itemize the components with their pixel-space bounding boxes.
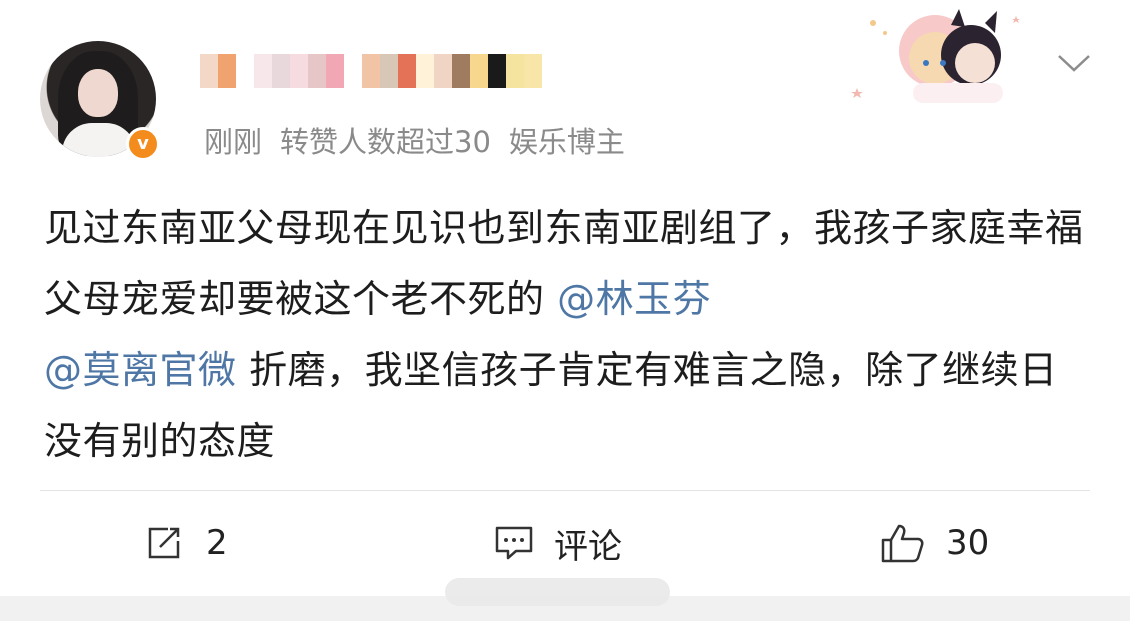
mention-link[interactable]: @林玉芬 bbox=[557, 277, 711, 321]
watermark-blur bbox=[445, 578, 670, 606]
like-count: 30 bbox=[946, 523, 990, 563]
comment-button[interactable]: 评论 bbox=[494, 519, 622, 567]
divider bbox=[40, 490, 1090, 491]
repost-button[interactable]: 2 bbox=[146, 519, 228, 567]
post-time: 刚刚 bbox=[204, 125, 263, 159]
repost-count: 2 bbox=[206, 523, 228, 563]
user-role: 娱乐博主 bbox=[508, 125, 625, 159]
avatar-face bbox=[78, 69, 118, 117]
chevron-down-icon[interactable] bbox=[1056, 48, 1092, 76]
like-button[interactable]: 30 bbox=[880, 519, 989, 567]
post-content: 见过东南亚父母现在见识也到东南亚剧组了，我孩子家庭幸福父母宠爱却要被这个老不死的… bbox=[44, 193, 1094, 477]
repost-note: 转赞人数超过30 bbox=[280, 125, 491, 159]
verified-badge-icon: v bbox=[126, 127, 160, 161]
username-mosaic[interactable] bbox=[200, 54, 542, 88]
post-meta: 刚刚 转赞人数超过30 娱乐博主 bbox=[204, 119, 643, 161]
like-icon bbox=[881, 524, 924, 563]
repost-icon bbox=[148, 527, 180, 559]
decoration-sticker bbox=[851, 9, 1020, 103]
comment-icon bbox=[495, 526, 533, 560]
mention-link[interactable]: @莫离官微 bbox=[44, 348, 237, 392]
comment-label: 评论 bbox=[554, 526, 622, 567]
